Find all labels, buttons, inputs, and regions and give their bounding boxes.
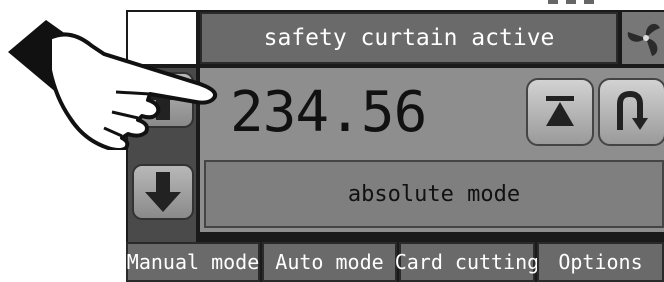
position-display[interactable]: 234.56 xyxy=(204,72,514,148)
tab-auto-mode[interactable]: Auto mode xyxy=(262,242,397,282)
main-panel: 234.56 absolute mode xyxy=(200,68,664,232)
screen-speck xyxy=(566,0,576,4)
return-button[interactable] xyxy=(598,78,664,146)
return-icon xyxy=(617,90,648,130)
tab-label: Options xyxy=(558,250,643,274)
pointing-hand-icon xyxy=(8,20,217,150)
tab-label: Card cutting xyxy=(394,250,540,274)
screen-speck xyxy=(548,0,558,4)
fan-icon[interactable] xyxy=(622,12,664,64)
tab-label: Auto mode xyxy=(275,250,384,274)
home-icon xyxy=(546,96,574,126)
tab-options[interactable]: Options xyxy=(536,242,664,282)
home-button[interactable] xyxy=(526,78,594,146)
tab-card-cutting[interactable]: Card cutting xyxy=(395,242,539,282)
tab-manual-mode[interactable]: Manual mode xyxy=(126,242,260,282)
mode-label: absolute mode xyxy=(347,181,521,207)
status-bar: safety curtain active xyxy=(200,12,618,64)
screen-speck xyxy=(584,0,594,4)
move-down-button[interactable] xyxy=(132,164,194,220)
status-message: safety curtain active xyxy=(263,25,555,51)
tab-label: Manual mode xyxy=(126,250,260,274)
position-value: 234.56 xyxy=(230,80,427,145)
arrow-down-icon xyxy=(145,172,181,212)
mode-display[interactable]: absolute mode xyxy=(204,160,664,228)
bottom-tabs: Manual mode Auto mode Card cutting Optio… xyxy=(126,242,664,282)
